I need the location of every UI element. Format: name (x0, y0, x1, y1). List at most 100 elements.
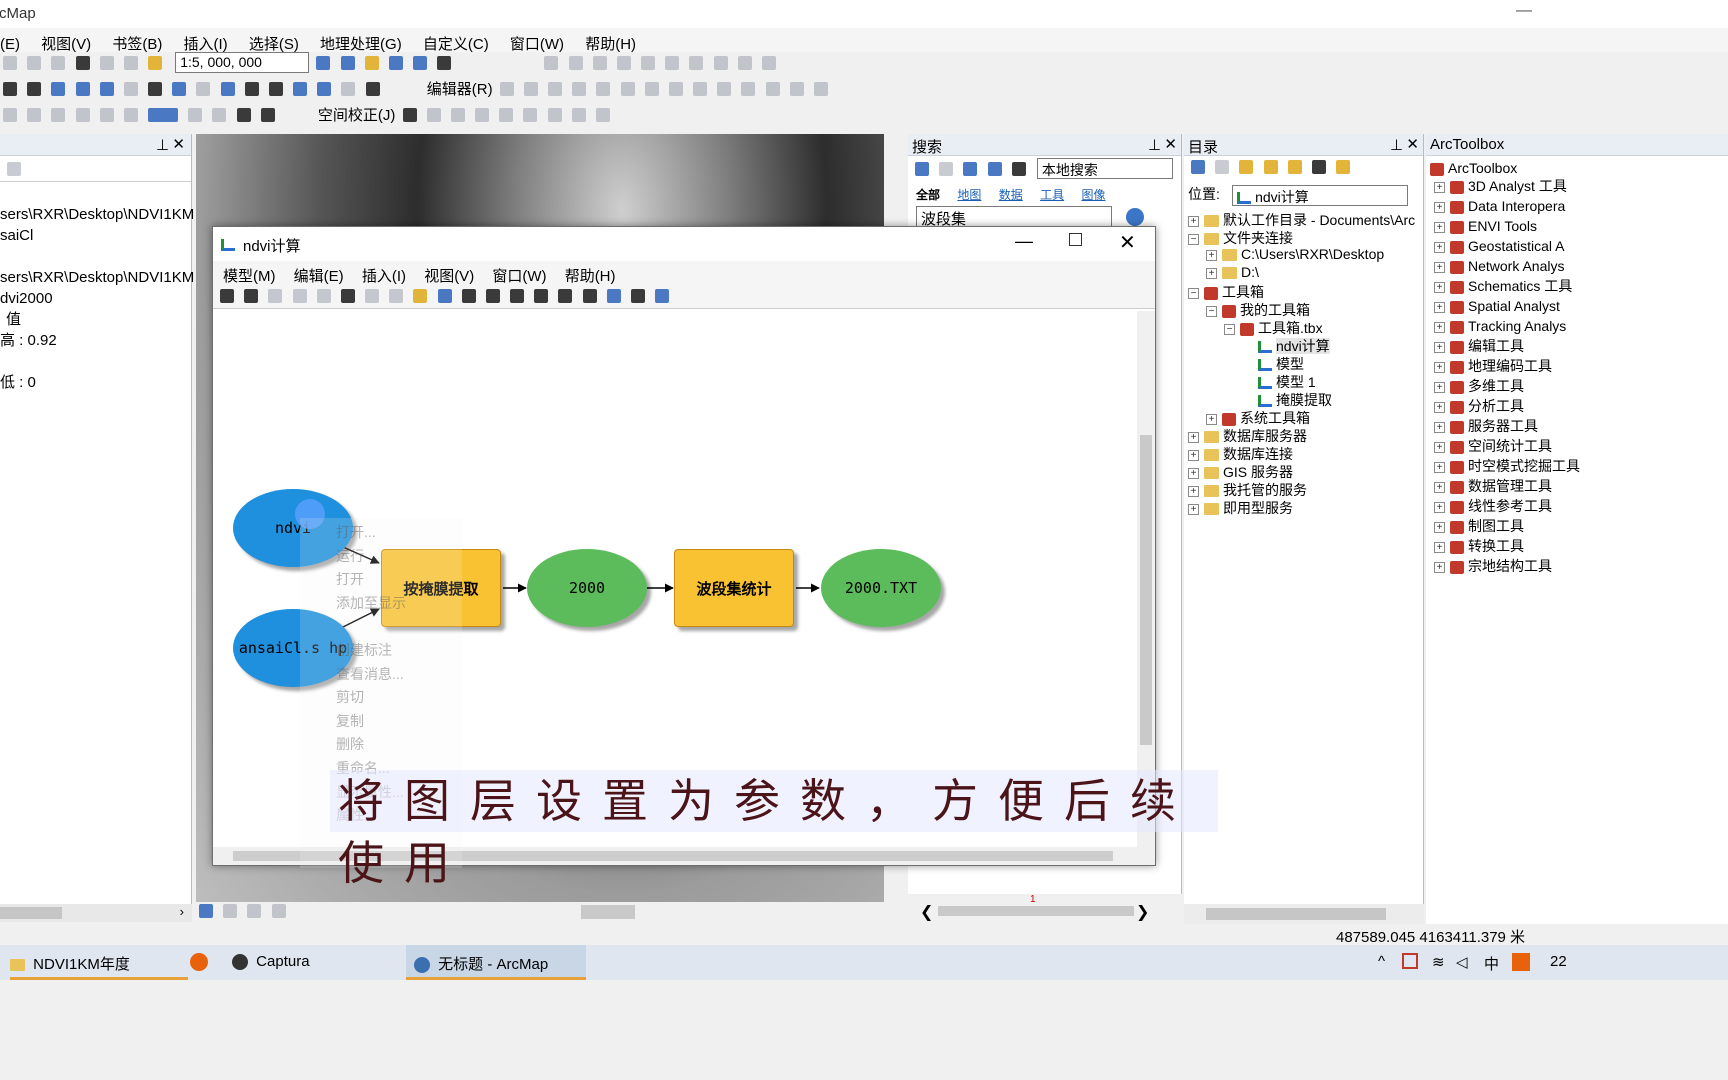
snap-icon[interactable] (592, 55, 607, 70)
link-table-icon[interactable] (499, 107, 514, 122)
back-icon[interactable] (1191, 160, 1205, 175)
expand-icon[interactable]: + (1434, 401, 1445, 413)
refresh-icon[interactable] (247, 904, 262, 919)
search-scope-combo[interactable]: 本地搜索 (1036, 158, 1173, 179)
arctoolbox-item[interactable]: + ENVI Tools (1434, 216, 1728, 236)
toc-layer-name[interactable]: saiCl (0, 225, 191, 246)
paste-icon[interactable] (51, 55, 66, 70)
spatial-adjust-menu[interactable]: 空间校正(J) (318, 104, 396, 125)
arctoolbox-item[interactable]: + 空间统计工具 (1434, 436, 1728, 456)
arctoolbox-root[interactable]: ArcToolbox (1430, 158, 1728, 176)
new-link-icon[interactable] (426, 107, 441, 122)
volume-icon[interactable]: ◁ (1456, 953, 1468, 971)
view-link-table-icon[interactable] (595, 107, 610, 122)
data-view-icon[interactable] (199, 904, 213, 919)
create-features-icon[interactable] (813, 81, 828, 96)
goto-xy-icon[interactable] (317, 81, 332, 96)
close-icon[interactable]: ✕ (1406, 135, 1419, 153)
menu-geoprocessing[interactable]: 地理处理(G) (320, 28, 402, 54)
menu-windows[interactable]: 窗口(W) (492, 265, 546, 286)
cut-icon[interactable] (268, 289, 283, 304)
arctoolbox-icon[interactable] (413, 55, 428, 70)
modify-link-icon[interactable] (450, 107, 465, 122)
select-elements-icon[interactable] (148, 81, 163, 96)
pin-icon[interactable]: ⊥ (1148, 136, 1161, 154)
undo-icon[interactable] (99, 55, 114, 70)
home-folder-icon[interactable] (1263, 160, 1278, 175)
expand-icon[interactable]: + (1434, 541, 1445, 553)
html-popup-icon[interactable] (220, 81, 235, 96)
expand-icon[interactable]: + (1434, 501, 1445, 513)
taskbar-item-explorer[interactable]: NDVI1KM年度 (10, 945, 188, 980)
run-icon[interactable] (655, 289, 670, 304)
arctoolbox-item[interactable]: + 转换工具 (1434, 536, 1728, 556)
forward-extent-icon[interactable] (75, 81, 90, 96)
pause-draw-icon[interactable] (271, 904, 286, 919)
menu-bookmarks[interactable]: 书签(B) (112, 28, 162, 54)
options-icon[interactable] (1011, 161, 1026, 176)
add-data-icon[interactable] (413, 289, 428, 304)
zoom-in-icon[interactable] (534, 289, 549, 304)
full-extent-icon[interactable] (461, 289, 476, 304)
measure-icon[interactable] (616, 55, 631, 70)
tab-all[interactable]: 全部 (916, 188, 940, 202)
taskbar-item-firefox[interactable] (190, 945, 220, 980)
tree-item-desktop[interactable]: + C:\Users\RXR\Desktop (1188, 246, 1423, 264)
fixed-zoom-icon[interactable] (27, 81, 42, 96)
arctoolbox-item[interactable]: + 分析工具 (1434, 396, 1728, 416)
tree-item-ndvi-model[interactable]: ndvi计算 (1188, 336, 1423, 354)
expand-icon[interactable]: + (1434, 361, 1445, 373)
maximize-icon[interactable] (1069, 233, 1082, 246)
close-icon[interactable]: ✕ (1119, 230, 1136, 255)
paste-icon[interactable] (316, 289, 331, 304)
menu-selection[interactable]: 选择(S) (249, 28, 299, 54)
search-window-icon[interactable] (388, 55, 403, 70)
clear-selection-icon[interactable] (123, 81, 138, 96)
model-vscroll-thumb[interactable] (1140, 435, 1152, 745)
search-icon[interactable] (1126, 207, 1145, 226)
expand-icon[interactable]: + (1434, 281, 1445, 293)
ctx-delete[interactable]: 删除 (300, 734, 462, 758)
tab-tools[interactable]: 工具 (1040, 188, 1064, 202)
arctoolbox-item[interactable]: + 制图工具 (1434, 516, 1728, 536)
expand-icon[interactable]: + (1434, 381, 1445, 393)
menu-insert[interactable]: 插入(I) (184, 28, 228, 54)
topology-icon[interactable] (544, 55, 559, 70)
delete-icon[interactable] (75, 55, 90, 70)
edit-annotation-icon[interactable] (523, 81, 538, 96)
arctoolbox-item[interactable]: + 线性参考工具 (1434, 496, 1728, 516)
node-output-txt[interactable]: 2000.TXT (821, 549, 941, 627)
toc-scrollbar[interactable]: › (0, 904, 192, 922)
map-scale-combo[interactable]: 1:5, 000, 000 (175, 52, 310, 73)
tray-chevron-icon[interactable]: ^ (1378, 953, 1385, 970)
edit-vertices-icon[interactable] (644, 81, 659, 96)
menu-customize[interactable]: 自定义(C) (423, 28, 489, 54)
rotate-tool-icon[interactable] (741, 81, 756, 96)
catalog-scrollbar[interactable] (1184, 904, 1424, 924)
redo-icon[interactable] (123, 55, 138, 70)
tree-item-db-connections[interactable]: + 数据库连接 (1188, 444, 1423, 462)
focus-frame-icon[interactable] (212, 107, 227, 122)
tree-item-ready-services[interactable]: + 即用型服务 (1188, 498, 1423, 516)
multi-link-icon[interactable] (475, 107, 490, 122)
reshape-icon[interactable] (668, 81, 683, 96)
add-data-icon[interactable] (148, 55, 163, 70)
select-features-icon[interactable] (99, 81, 114, 96)
adjust-select-icon[interactable] (402, 107, 417, 122)
table-of-contents-icon[interactable] (340, 55, 355, 70)
limited-adjust-icon[interactable] (523, 107, 538, 122)
arctoolbox-item[interactable]: + 多维工具 (1434, 376, 1728, 396)
ctx-open-2[interactable]: 打开 (300, 569, 462, 593)
tree-item-my-toolboxes[interactable]: − 我的工具箱 (1188, 300, 1423, 318)
search-scroll-thumb[interactable] (938, 906, 1134, 916)
rotate-icon[interactable] (665, 55, 680, 70)
buffer-icon[interactable] (737, 55, 752, 70)
toc-layer-name[interactable]: dvi2000 (0, 288, 191, 309)
ctx-add-to-display[interactable]: 添加至显示 (300, 593, 462, 617)
tree-item-mask-extract[interactable]: 掩膜提取 (1188, 390, 1423, 408)
arctoolbox-item[interactable]: + Tracking Analys (1434, 316, 1728, 336)
validate-icon[interactable] (630, 289, 645, 304)
time-slider-icon[interactable] (341, 81, 356, 96)
endpoint-arc-icon[interactable] (572, 81, 587, 96)
find-route-icon[interactable] (293, 81, 308, 96)
